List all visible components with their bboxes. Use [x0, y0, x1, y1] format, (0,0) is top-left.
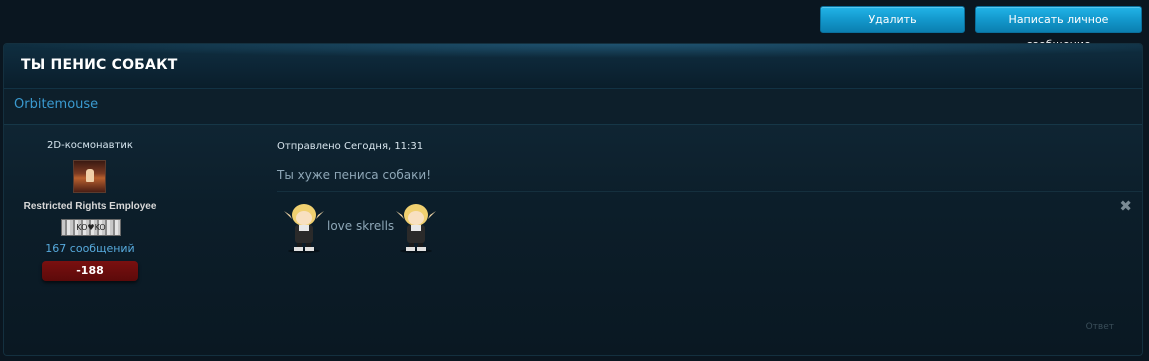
thread-title: ТЫ ПЕНИС СОБАКТ	[21, 57, 178, 73]
post-count-link[interactable]: 167 сообщений	[4, 242, 176, 255]
avatar-figure	[86, 169, 94, 182]
post-body: 2D-космонавтик Restricted Rights Employe…	[4, 125, 1142, 355]
elf-sprite-image	[284, 204, 324, 253]
post-author-bar: Orbitemouse	[4, 89, 1142, 125]
signature-divider	[277, 191, 1142, 192]
send-private-message-button[interactable]: Написать личное сообщение	[975, 6, 1142, 51]
thread-header: ТЫ ПЕНИС СОБАКТ	[4, 44, 1142, 89]
signature-text: love skrells	[327, 219, 395, 233]
author-name-link[interactable]: Orbitemouse	[14, 97, 98, 112]
sent-timestamp: Отправлено Сегодня, 11:31	[277, 141, 424, 152]
elf-sprite-image	[396, 204, 436, 253]
user-rank: Restricted Rights Employee	[23, 201, 157, 212]
user-title: 2D-космонавтик	[47, 140, 133, 151]
delete-button[interactable]: Удалить	[820, 6, 965, 33]
post-panel: ТЫ ПЕНИС СОБАКТ Orbitemouse 2D-космонавт…	[3, 43, 1143, 356]
reputation-badge: -188	[42, 261, 138, 281]
close-icon[interactable]: ✖	[1119, 197, 1132, 215]
avatar[interactable]	[73, 160, 106, 193]
page: Удалить Написать личное сообщение ТЫ ПЕН…	[0, 0, 1149, 361]
rank-image: KO♥KO	[61, 219, 121, 236]
signature: love skrells	[277, 199, 677, 259]
author-profile: 2D-космонавтик Restricted Rights Employe…	[4, 125, 176, 355]
reply-link[interactable]: Ответ	[1086, 322, 1114, 332]
post-message: Ты хуже пениса собаки!	[277, 168, 432, 182]
